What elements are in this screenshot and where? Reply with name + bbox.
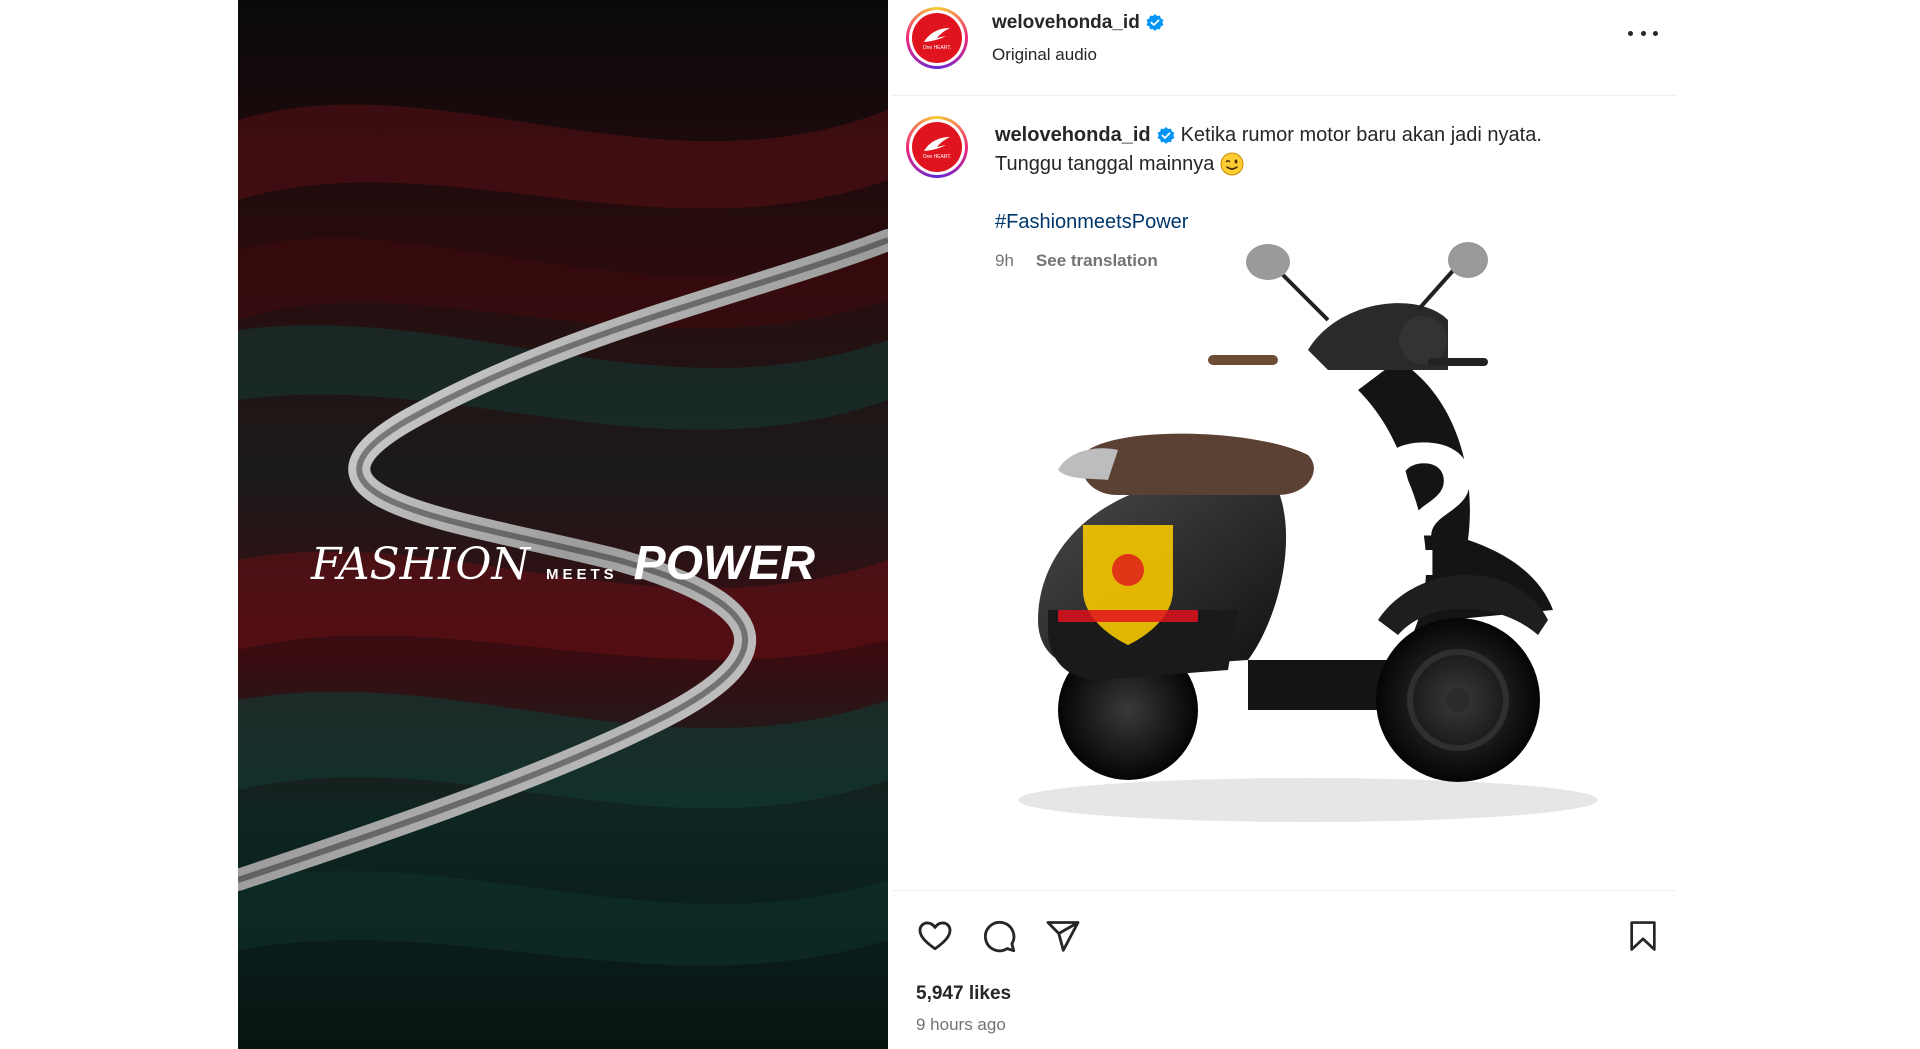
post-time-ago: 9 hours ago — [916, 1015, 1006, 1034]
caption-text-2: Tunggu tanggal mainnya — [995, 152, 1215, 175]
caption-line-2: Tunggu tanggal mainnya — [995, 152, 1244, 176]
caption-avatar[interactable]: One HEART. — [906, 116, 968, 178]
image-divider — [892, 890, 1676, 891]
more-dot-icon — [1653, 30, 1658, 36]
winking-face-icon — [1220, 152, 1244, 176]
tagline-fashion: FASHION — [311, 539, 530, 590]
mystery-question-mark: ? — [1365, 404, 1481, 616]
header-username[interactable]: welovehonda_id — [992, 12, 1140, 34]
header-username-row[interactable]: welovehonda_id — [992, 12, 1164, 34]
verified-badge-icon — [1146, 14, 1164, 31]
header-divider — [892, 95, 1676, 96]
more-dot-icon — [1640, 30, 1646, 36]
hashtag-link[interactable]: #FashionmeetsPower — [995, 211, 1188, 234]
caption-text-1: Ketika rumor motor baru akan jadi nyata. — [1180, 124, 1542, 146]
caption-line-1: welovehonda_id Ketika rumor motor baru a… — [995, 124, 1542, 147]
post-media[interactable]: FASHION MEETS POWER — [238, 0, 888, 1049]
original-audio-link[interactable]: Original audio — [992, 45, 1097, 65]
share-icon[interactable] — [1044, 918, 1082, 954]
like-count[interactable]: 5,947 likes — [916, 983, 1011, 1005]
avatar-text: One HEART. — [922, 44, 952, 51]
action-bar — [916, 918, 1660, 958]
more-dot-icon — [1628, 30, 1633, 36]
comment-icon[interactable] — [980, 918, 1018, 954]
tagline-meets: MEETS — [545, 566, 618, 583]
bookmark-icon[interactable] — [1626, 918, 1660, 954]
header-avatar[interactable]: One HEART. — [906, 7, 968, 69]
honda-wing-icon — [924, 136, 950, 151]
caption-username[interactable]: welovehonda_id — [995, 124, 1151, 147]
honda-wing-icon — [924, 27, 950, 42]
avatar-text: One HEART. — [922, 153, 952, 160]
tagline-power: POWER — [633, 537, 815, 590]
verified-badge-icon — [1157, 126, 1175, 144]
tagline: FASHION MEETS POWER — [311, 536, 815, 591]
fashion-meets-power-artwork — [238, 0, 888, 1049]
scooter-silhouette-image: ? — [1018, 242, 1598, 822]
post-panel: One HEART. welovehonda_id Original audio… — [888, 0, 1680, 1049]
more-options-button[interactable] — [1628, 26, 1658, 40]
heart-icon[interactable] — [916, 918, 954, 954]
